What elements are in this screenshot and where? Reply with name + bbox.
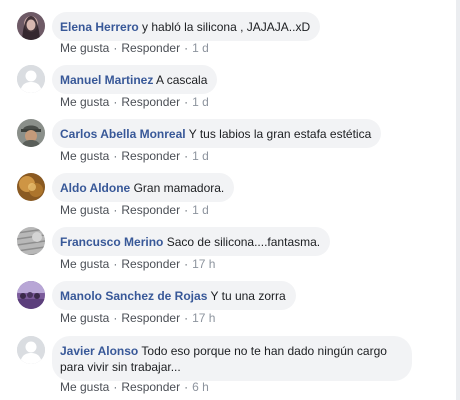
comment-author[interactable]: Javier Alonso	[60, 344, 138, 358]
separator: ·	[184, 311, 189, 325]
comment-author[interactable]: Manuel Martinez	[60, 73, 153, 87]
separator: ·	[184, 380, 189, 394]
comment-text: y habló la silicona , JAJAJA..xD	[142, 20, 311, 34]
like-button[interactable]: Me gusta	[60, 95, 109, 109]
comment-bubble: Francusco Merino Saco de silicona....fan…	[52, 227, 331, 256]
comment-bubble: Javier Alonso Todo eso porque no te han …	[52, 336, 412, 381]
separator: ·	[184, 41, 189, 55]
separator: ·	[113, 311, 118, 325]
comment-text: Gran mamadora.	[133, 181, 225, 195]
comment-bubble: Manuel Martinez A cascala	[52, 65, 218, 94]
avatar[interactable]	[17, 119, 45, 147]
comment-author[interactable]: Francusco Merino	[60, 235, 163, 249]
reply-button[interactable]: Responder	[121, 95, 180, 109]
reply-button[interactable]: Responder	[121, 203, 180, 217]
comment-bubble: Carlos Abella Monreal Y tus labios la gr…	[52, 119, 382, 148]
comment-time[interactable]: 1 d	[192, 95, 209, 109]
comment-text: Saco de silicona....fantasma.	[166, 235, 321, 249]
comment-actions: Me gusta · Responder · 1 d	[60, 41, 209, 55]
reply-button[interactable]: Responder	[121, 41, 180, 55]
separator: ·	[113, 203, 118, 217]
comment-time[interactable]: 1 d	[192, 203, 209, 217]
separator: ·	[113, 95, 118, 109]
comment-text: Y tu una zorra	[210, 289, 286, 303]
like-button[interactable]: Me gusta	[60, 41, 109, 55]
comment-actions: Me gusta · Responder · 1 d	[60, 95, 209, 109]
comment-bubble: Manolo Sanchez de Rojas Y tu una zorra	[52, 281, 296, 310]
avatar[interactable]	[17, 12, 45, 40]
avatar-photo-icon	[17, 227, 45, 255]
separator: ·	[184, 149, 189, 163]
comment-text: A cascala	[156, 73, 208, 87]
comment-text: Y tus labios la gran estafa estética	[188, 127, 372, 141]
avatar[interactable]	[17, 173, 45, 201]
comment-author[interactable]: Carlos Abella Monreal	[60, 127, 186, 141]
reply-button[interactable]: Responder	[121, 311, 180, 325]
comment-actions: Me gusta · Responder · 17 h	[60, 257, 215, 271]
comment-actions: Me gusta · Responder · 6 h	[60, 380, 209, 394]
like-button[interactable]: Me gusta	[60, 311, 109, 325]
default-profile-icon	[17, 336, 45, 364]
comment-bubble: Aldo Aldone Gran mamadora.	[52, 173, 235, 202]
separator: ·	[184, 95, 189, 109]
comment-author[interactable]: Aldo Aldone	[60, 181, 130, 195]
avatar-photo-icon	[17, 281, 45, 309]
reply-button[interactable]: Responder	[121, 380, 180, 394]
avatar-photo-icon	[17, 12, 45, 40]
reply-button[interactable]: Responder	[121, 149, 180, 163]
like-button[interactable]: Me gusta	[60, 380, 109, 394]
comment-author[interactable]: Manolo Sanchez de Rojas	[60, 289, 207, 303]
comment-actions: Me gusta · Responder · 1 d	[60, 149, 209, 163]
comment-time[interactable]: 17 h	[192, 311, 215, 325]
comment-time[interactable]: 1 d	[192, 41, 209, 55]
avatar-photo-icon	[17, 173, 45, 201]
like-button[interactable]: Me gusta	[60, 257, 109, 271]
comment-time[interactable]: 6 h	[192, 380, 209, 394]
separator: ·	[113, 41, 118, 55]
comment-time[interactable]: 17 h	[192, 257, 215, 271]
avatar[interactable]	[17, 65, 45, 93]
comment-actions: Me gusta · Responder · 1 d	[60, 203, 209, 217]
separator: ·	[113, 149, 118, 163]
reply-button[interactable]: Responder	[121, 257, 180, 271]
comment-time[interactable]: 1 d	[192, 149, 209, 163]
comment-author[interactable]: Elena Herrero	[60, 20, 139, 34]
like-button[interactable]: Me gusta	[60, 203, 109, 217]
avatar[interactable]	[17, 336, 45, 364]
separator: ·	[113, 380, 118, 394]
avatar[interactable]	[17, 281, 45, 309]
avatar[interactable]	[17, 227, 45, 255]
separator: ·	[184, 257, 189, 271]
separator: ·	[184, 203, 189, 217]
comment-bubble: Elena Herrero y habló la silicona , JAJA…	[52, 12, 321, 41]
scrollbar-track[interactable]	[456, 0, 460, 400]
separator: ·	[113, 257, 118, 271]
avatar-photo-icon	[17, 119, 45, 147]
default-profile-icon	[17, 65, 45, 93]
comment-actions: Me gusta · Responder · 17 h	[60, 311, 215, 325]
like-button[interactable]: Me gusta	[60, 149, 109, 163]
